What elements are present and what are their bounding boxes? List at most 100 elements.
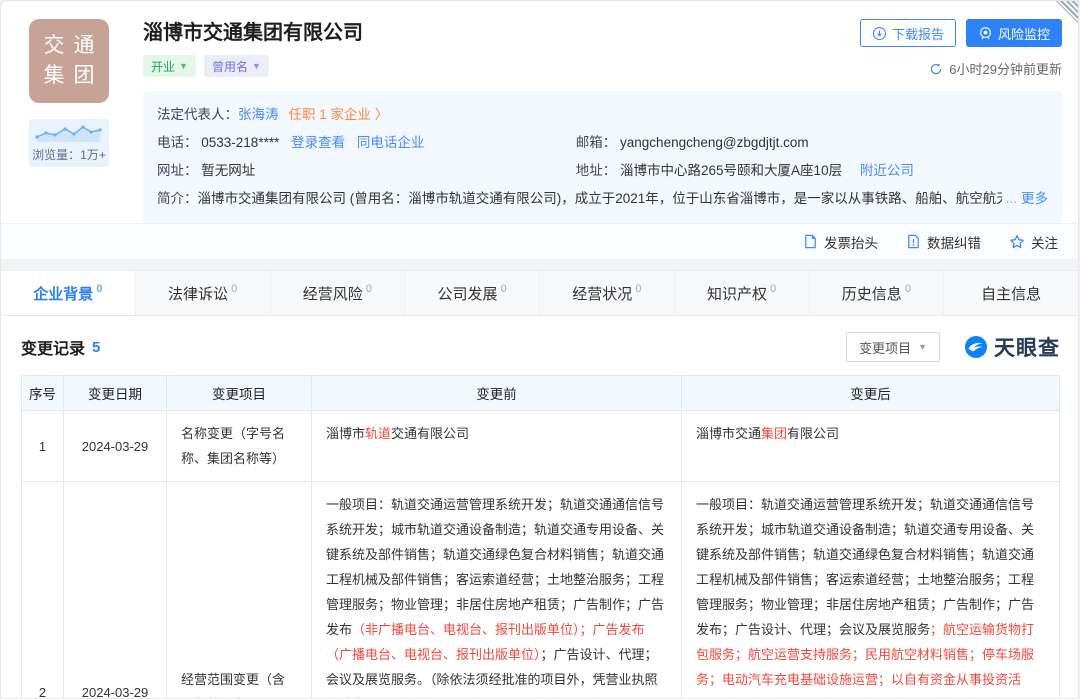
tab-count: 0 <box>366 283 372 295</box>
download-report-button[interactable]: 下载报告 <box>860 19 956 47</box>
company-info-box: 法定代表人： 张海涛 任职 1 家企业 〉 电话： 0533-218**** 登… <box>143 91 1062 223</box>
table-body: 12024-03-29名称变更（字号名称、集团名称等）淄博市轨道交通有限公司淄博… <box>22 411 1060 699</box>
change-date-cell: 2024-03-29 <box>64 482 167 699</box>
intro-label: 简介： <box>157 185 198 213</box>
tab-lishixinxi[interactable]: 历史信息0 <box>810 271 945 315</box>
refresh-icon[interactable] <box>929 62 943 76</box>
tab-label: 经营状况 <box>572 283 632 304</box>
change-item-cell: 经营范围变更（含业务范围变更） <box>167 482 312 699</box>
intro-more-link[interactable]: 更多 <box>1021 185 1048 213</box>
table-row: 22024-03-29经营范围变更（含业务范围变更）一般项目：轨道交通运营管理系… <box>22 482 1060 699</box>
tab-count: 0 <box>770 283 776 295</box>
company-name: 淄博市交通集团有限公司 <box>143 19 363 47</box>
email-label: 邮箱： <box>576 135 617 150</box>
intro-ellipsis: ... <box>1006 185 1017 213</box>
tianyancha-brand-text: 天眼查 <box>994 332 1060 362</box>
plain-text: 一般项目：轨道交通运营管理系统开发；轨道交通通信信号系统开发；城市轨道交通设备制… <box>326 497 664 637</box>
change-item-cell: 名称变更（字号名称、集团名称等） <box>167 411 312 482</box>
company-profile-page: 交通 集团 浏览量：1万+ <box>0 0 1079 699</box>
legal-rep-label: 法定代表人： <box>157 101 238 129</box>
data-correction-label: 数据纠错 <box>927 232 981 252</box>
tab-label: 法律诉讼 <box>168 283 228 304</box>
tab-jingyingzhuangkuang[interactable]: 经营状况0 <box>540 271 675 315</box>
column-header: 变更日期 <box>64 376 167 411</box>
change-text-cell: 一般项目：轨道交通运营管理系统开发；轨道交通通信信号系统开发；城市轨道交通设备制… <box>682 482 1060 699</box>
change-text-cell: 一般项目：轨道交通运营管理系统开发；轨道交通通信信号系统开发；城市轨道交通设备制… <box>312 482 682 699</box>
plain-text: 淄博市交通 <box>696 426 761 441</box>
company-header: 交通 集团 浏览量：1万+ <box>1 1 1078 223</box>
invoice-header-button[interactable]: 发票抬头 <box>803 232 878 252</box>
logo-line-1: 交通 <box>35 31 104 61</box>
filter-label: 变更项目 <box>859 338 911 357</box>
follow-label: 关注 <box>1031 232 1058 252</box>
former-name-tag[interactable]: 曾用名 ▼ <box>204 55 269 77</box>
risk-monitor-button[interactable]: 风险监控 <box>966 19 1062 47</box>
section-count-badge: 5 <box>92 339 100 356</box>
monitor-icon <box>978 26 993 41</box>
update-status: 6小时29分钟前更新 <box>929 59 1062 78</box>
tab-label: 公司发展 <box>438 283 498 304</box>
change-records-section: 变更记录 5 变更项目 ▼ 天眼查 序号变更日期变更项目变更前变更后 12024… <box>1 316 1078 699</box>
star-icon <box>1009 234 1025 250</box>
tab-count: 0 <box>501 283 507 295</box>
legal-rep-companies-link[interactable]: 任职 1 家企业 〉 <box>289 101 389 129</box>
plain-text: 有限公司 <box>787 426 839 441</box>
chevron-down-icon: ▼ <box>179 61 188 71</box>
tab-count: 0 <box>231 283 237 295</box>
invoice-header-label: 发票抬头 <box>824 232 878 252</box>
row-number-cell: 2 <box>22 482 64 699</box>
phone-value: 0533-218**** <box>201 135 279 150</box>
tab-falvsusong[interactable]: 法律诉讼0 <box>136 271 271 315</box>
section-title: 变更记录 <box>21 335 85 359</box>
change-date-cell: 2024-03-29 <box>64 411 167 482</box>
column-header: 序号 <box>22 376 64 411</box>
address-value: 淄博市中心路265号颐和大厦A座10层 <box>620 163 842 178</box>
tab-label: 经营风险 <box>303 283 363 304</box>
status-tag-open[interactable]: 开业 ▼ <box>143 55 196 77</box>
tab-count: 0 <box>635 283 641 295</box>
tab-label: 历史信息 <box>842 283 902 304</box>
column-header: 变更项目 <box>167 376 312 411</box>
follow-button[interactable]: 关注 <box>1009 232 1058 252</box>
views-label: 浏览量： <box>32 148 80 162</box>
tab-qiyebeijing[interactable]: 企业背景0 <box>1 271 136 315</box>
tab-gongsifazhan[interactable]: 公司发展0 <box>405 271 540 315</box>
plain-text: 一般项目：轨道交通运营管理系统开发；轨道交通通信信号系统开发；城市轨道交通设备制… <box>696 497 1034 637</box>
tab-bar: 企业背景0法律诉讼0经营风险0公司发展0经营状况0知识产权0历史信息0自主信息 <box>1 271 1078 316</box>
row-number-cell: 1 <box>22 411 64 482</box>
diff-highlight: 轨道 <box>365 426 391 441</box>
same-phone-link[interactable]: 同电话企业 <box>357 135 425 150</box>
chevron-down-icon: ▼ <box>918 342 927 352</box>
invoice-doc-icon <box>803 234 818 249</box>
legal-rep-name-link[interactable]: 张海涛 <box>238 101 279 129</box>
download-icon <box>872 26 887 41</box>
download-report-label: 下载报告 <box>892 24 944 43</box>
plain-text: 淄博市 <box>326 426 365 441</box>
website-label: 网址： <box>157 163 198 178</box>
tab-label: 知识产权 <box>707 283 767 304</box>
action-bar: 发票抬头 数据纠错 关注 <box>1 223 1078 259</box>
views-value: 1万+ <box>80 148 106 162</box>
status-tag-label: 开业 <box>151 58 175 75</box>
company-logo: 交通 集团 <box>29 19 109 103</box>
updated-text: 6小时29分钟前更新 <box>949 59 1062 78</box>
tab-count: 0 <box>96 283 102 295</box>
tianyancha-brand: 天眼查 <box>964 332 1060 362</box>
column-header: 变更后 <box>682 376 1060 411</box>
tab-jingyingfengxian[interactable]: 经营风险0 <box>271 271 406 315</box>
phone-login-link[interactable]: 登录查看 <box>291 135 345 150</box>
risk-monitor-label: 风险监控 <box>998 24 1050 43</box>
tab-label: 自主信息 <box>981 283 1041 304</box>
phone-label: 电话： <box>157 135 198 150</box>
diff-highlight: 集团 <box>761 426 787 441</box>
change-records-table: 序号变更日期变更项目变更前变更后 12024-03-29名称变更（字号名称、集团… <box>21 375 1060 699</box>
tab-zhishichanquan[interactable]: 知识产权0 <box>675 271 810 315</box>
tianyancha-logo-icon <box>964 335 988 359</box>
tab-zizhuxinxi[interactable]: 自主信息 <box>944 271 1078 315</box>
former-name-label: 曾用名 <box>212 58 248 75</box>
data-correction-button[interactable]: 数据纠错 <box>906 232 981 252</box>
tab-label: 企业背景 <box>33 283 93 304</box>
page-views-widget: 浏览量：1万+ <box>29 119 109 167</box>
nearby-companies-link[interactable]: 附近公司 <box>860 163 914 178</box>
change-item-filter-dropdown[interactable]: 变更项目 ▼ <box>846 332 940 362</box>
